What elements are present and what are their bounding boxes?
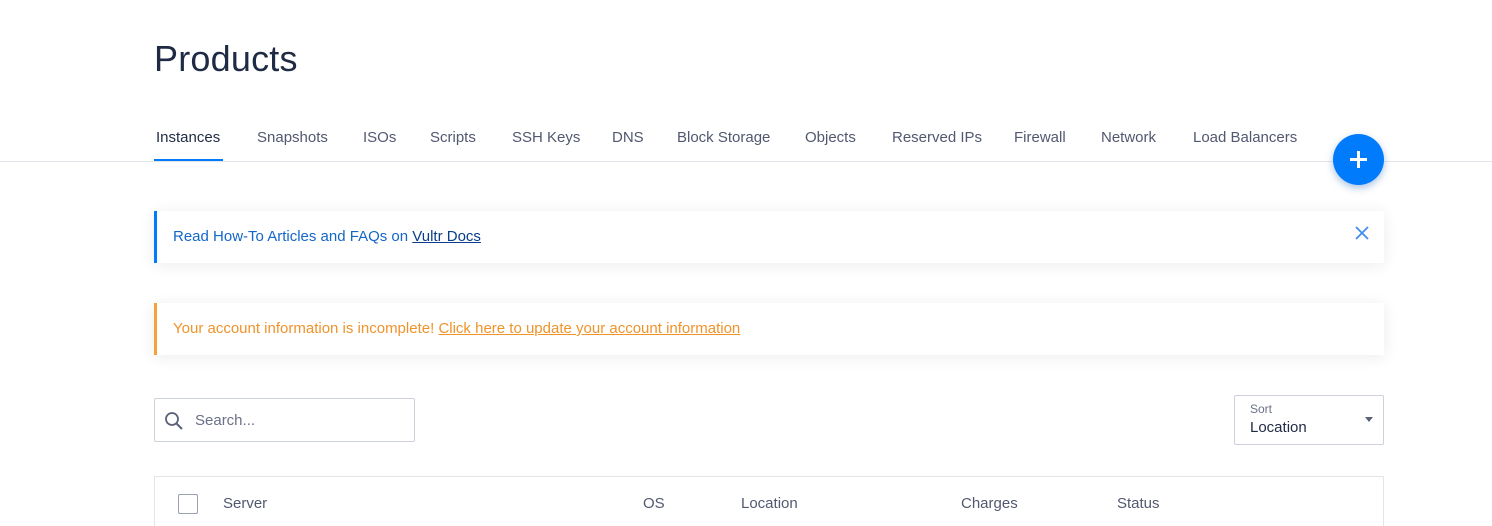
tab-firewall[interactable]: Firewall — [1014, 129, 1066, 146]
active-tab-indicator — [154, 159, 223, 161]
column-header-os[interactable]: OS — [643, 495, 665, 512]
column-header-location[interactable]: Location — [741, 495, 798, 512]
tab-instances[interactable]: Instances — [156, 129, 220, 146]
tab-objects[interactable]: Objects — [805, 129, 856, 146]
plus-icon — [1350, 151, 1367, 168]
tab-isos[interactable]: ISOs — [363, 129, 396, 146]
close-docs-notice-button[interactable] — [1354, 225, 1370, 241]
close-icon — [1355, 226, 1369, 240]
products-page: Products Instances Snapshots ISOs Script… — [0, 0, 1492, 526]
search-input[interactable] — [195, 400, 405, 440]
search-box — [154, 398, 415, 442]
select-all-checkbox[interactable] — [178, 494, 198, 514]
vultr-docs-link[interactable]: Vultr Docs — [412, 228, 481, 245]
sort-value: Location — [1250, 419, 1307, 436]
tab-block-storage[interactable]: Block Storage — [677, 129, 770, 146]
docs-notice: Read How-To Articles and FAQs on Vultr D… — [154, 211, 1384, 263]
tab-ssh-keys[interactable]: SSH Keys — [512, 129, 580, 146]
tab-load-balancers[interactable]: Load Balancers — [1193, 129, 1297, 146]
tab-dns[interactable]: DNS — [612, 129, 644, 146]
search-icon — [165, 412, 183, 430]
sort-label: Sort — [1250, 402, 1273, 416]
account-notice-text: Your account information is incomplete! — [173, 320, 439, 337]
sort-select[interactable]: Sort Location — [1234, 395, 1384, 445]
docs-notice-message: Read How-To Articles and FAQs on Vultr D… — [173, 228, 481, 245]
caret-down-icon — [1365, 417, 1373, 422]
tab-reserved-ips[interactable]: Reserved IPs — [892, 129, 982, 146]
add-product-button[interactable] — [1333, 134, 1384, 185]
page-title: Products — [154, 38, 298, 79]
tab-scripts[interactable]: Scripts — [430, 129, 476, 146]
account-notice: Your account information is incomplete! … — [154, 303, 1384, 355]
tab-network[interactable]: Network — [1101, 129, 1156, 146]
tab-snapshots[interactable]: Snapshots — [257, 129, 328, 146]
instances-table: Server OS Location Charges Status — [154, 476, 1384, 526]
product-tabs: Instances Snapshots ISOs Scripts SSH Key… — [0, 118, 1492, 162]
column-header-charges[interactable]: Charges — [961, 495, 1018, 512]
column-header-status[interactable]: Status — [1117, 495, 1160, 512]
column-header-server[interactable]: Server — [223, 495, 267, 512]
update-account-link[interactable]: Click here to update your account inform… — [438, 320, 740, 337]
account-notice-message: Your account information is incomplete! … — [173, 320, 740, 337]
docs-notice-text: Read How-To Articles and FAQs on — [173, 228, 413, 245]
